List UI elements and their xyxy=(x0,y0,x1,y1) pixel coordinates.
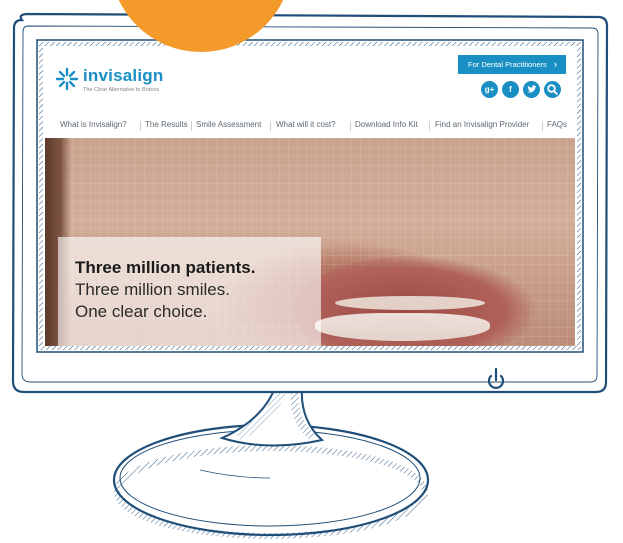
hero-headline: Three million patients. xyxy=(75,258,256,277)
hero-banner[interactable]: Three million patients. Three million sm… xyxy=(45,138,575,346)
monitor-stand xyxy=(219,387,325,447)
hero-image-upper-teeth xyxy=(335,296,485,310)
nav-divider xyxy=(191,121,192,131)
facebook-icon: f xyxy=(509,85,512,94)
facebook-button[interactable]: f xyxy=(502,81,519,98)
google-plus-button[interactable]: g+ xyxy=(481,81,498,98)
nav-item-smile-assessment[interactable]: Smile Assessment xyxy=(196,120,261,129)
nav-item-faqs[interactable]: FAQs xyxy=(547,120,567,129)
nav-item-what-will-it-cost[interactable]: What will it cost? xyxy=(276,120,336,129)
hero-image-teeth xyxy=(315,313,490,341)
dental-practitioners-button[interactable]: For Dental Practitioners › xyxy=(458,55,566,74)
brand-tagline: The Clear Alternative to Braces xyxy=(83,87,160,93)
hero-tagline: One clear choice. xyxy=(75,302,208,321)
twitter-icon xyxy=(527,85,537,93)
invisalign-star-icon xyxy=(55,67,79,91)
invisalign-logo[interactable]: invisalign The Clear Alternative to Brac… xyxy=(55,65,175,105)
nav-divider xyxy=(429,121,430,131)
search-button[interactable] xyxy=(544,81,561,98)
nav-item-find-provider[interactable]: Find an Invisalign Provider xyxy=(435,120,529,129)
brand-name: invisalign xyxy=(83,66,164,85)
chevron-right-icon: › xyxy=(554,59,557,69)
website-screen: invisalign The Clear Alternative to Brac… xyxy=(45,47,575,346)
hero-subline: Three million smiles. xyxy=(75,280,230,299)
callout-text: visitors xyxy=(110,0,292,6)
nav-item-what-is-invisalign[interactable]: What is Invisalign? xyxy=(60,120,127,129)
search-icon xyxy=(547,84,558,95)
nav-divider xyxy=(140,121,141,131)
twitter-button[interactable] xyxy=(523,81,540,98)
nav-item-download-info-kit[interactable]: Download Info Kit xyxy=(355,120,418,129)
nav-divider xyxy=(350,121,351,131)
google-plus-icon: g+ xyxy=(484,85,495,94)
main-navigation: What is Invisalign? The Results Smile As… xyxy=(45,120,575,136)
illustration-scene: invisalign The Clear Alternative to Brac… xyxy=(0,0,623,543)
dental-practitioners-label: For Dental Practitioners xyxy=(468,60,547,69)
nav-item-the-results[interactable]: The Results xyxy=(145,120,188,129)
nav-divider xyxy=(270,121,271,131)
nav-divider xyxy=(542,121,543,131)
